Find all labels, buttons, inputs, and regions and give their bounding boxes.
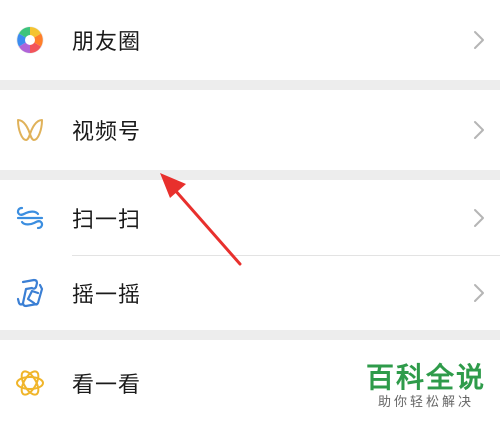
watermark: 百科全说 助你轻松解决 [366, 362, 486, 412]
menu-item-label: 朋友圈 [72, 30, 142, 55]
channels-icon [17, 119, 43, 141]
menu-group-scan-shake: 扫一扫 摇一摇 [0, 180, 500, 330]
menu-item-scan[interactable]: 扫一扫 [0, 180, 500, 255]
menu-item-label: 看一看 [72, 372, 142, 398]
moments-icon [16, 26, 44, 54]
watermark-title: 百科全说 [365, 361, 486, 394]
menu-item-channels[interactable]: 视频号 [0, 90, 500, 170]
menu-item-moments[interactable]: 朋友圈 [0, 0, 500, 80]
watermark-subtitle: 助你轻松解决 [377, 395, 474, 410]
menu-item-shake[interactable]: 摇一摇 [0, 255, 500, 330]
shake-icon [16, 278, 44, 307]
menu-item-label: 扫一扫 [72, 207, 142, 233]
menu-item-label: 视频号 [72, 120, 142, 145]
top-stories-icon [16, 369, 44, 396]
chevron-right-icon [474, 121, 484, 139]
scan-icon [16, 206, 44, 229]
chevron-right-icon [474, 208, 484, 227]
menu-item-label: 摇一摇 [72, 282, 142, 308]
chevron-right-icon [474, 283, 484, 302]
chevron-right-icon [474, 31, 484, 49]
menu-group-channels: 视频号 [0, 90, 500, 170]
menu-group-moments: 朋友圈 [0, 0, 500, 80]
